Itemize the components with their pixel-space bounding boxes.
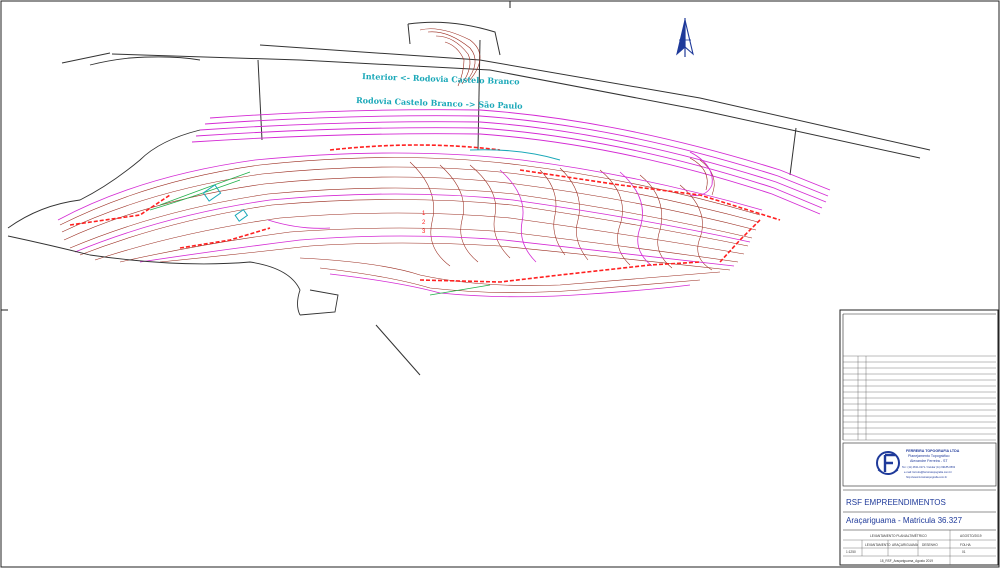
company-service: Planejamento Topográfico [908,454,950,458]
cell-levantamento: LEVANTAMENTO [865,543,891,547]
red-label-2: 2 [422,220,426,226]
west-outline [7,56,339,316]
company-name: FERREIRA TOPOGRAFIA LTDA [906,449,960,453]
drawing-title: LEVANTAMENTO PLANIALTIMÉTRICO [870,533,927,538]
cell-folha: FOLHA [960,543,972,547]
north-arrow-icon [676,18,694,57]
cell-aracariguama: ARAÇARIGUAMA [892,543,919,547]
client-name: RSF EMPREENDIMENTOS [846,498,946,507]
company-phone: Tel.: (11) 4631-0171 / Celular (11) 9918… [902,465,956,469]
drawing-date: AGOSTO/2019 [960,534,982,538]
cell-desenho: DESENHO [922,543,938,547]
company-person: Alexandre Ferreira - ST [910,459,948,463]
location-name: Araçariguama - Matricula 36.327 [846,516,963,525]
road-label-sao-paulo: Rodovia Castelo Branco -> São Paulo [356,95,524,111]
company-email: e-mail: ferreira@ferreiratopografia.com.… [904,470,952,474]
cyan-features [202,149,561,222]
road-label-interior: Interior <- Rodovia Castelo Branco [362,71,520,87]
title-block: FERREIRA TOPOGRAFIA LTDA Planejamento To… [839,309,999,566]
red-labels: 1 2 3 [422,211,426,235]
red-label-3: 3 [422,229,426,235]
company-site: http://www.ferreiratopografia.com.br [906,475,947,479]
file-name: 18_RSF_Araçariguama_Agosto 2019 [880,559,933,563]
red-label-1: 1 [422,211,426,217]
drawing-scale: 1:1250 [846,550,856,554]
sheet-number: 01 [962,550,966,554]
green-lines [149,171,491,296]
contours-magenta [57,151,763,298]
drawing-sheet: 1 2 3 Interior <- Rodovia Castelo Branco… [0,0,1000,568]
